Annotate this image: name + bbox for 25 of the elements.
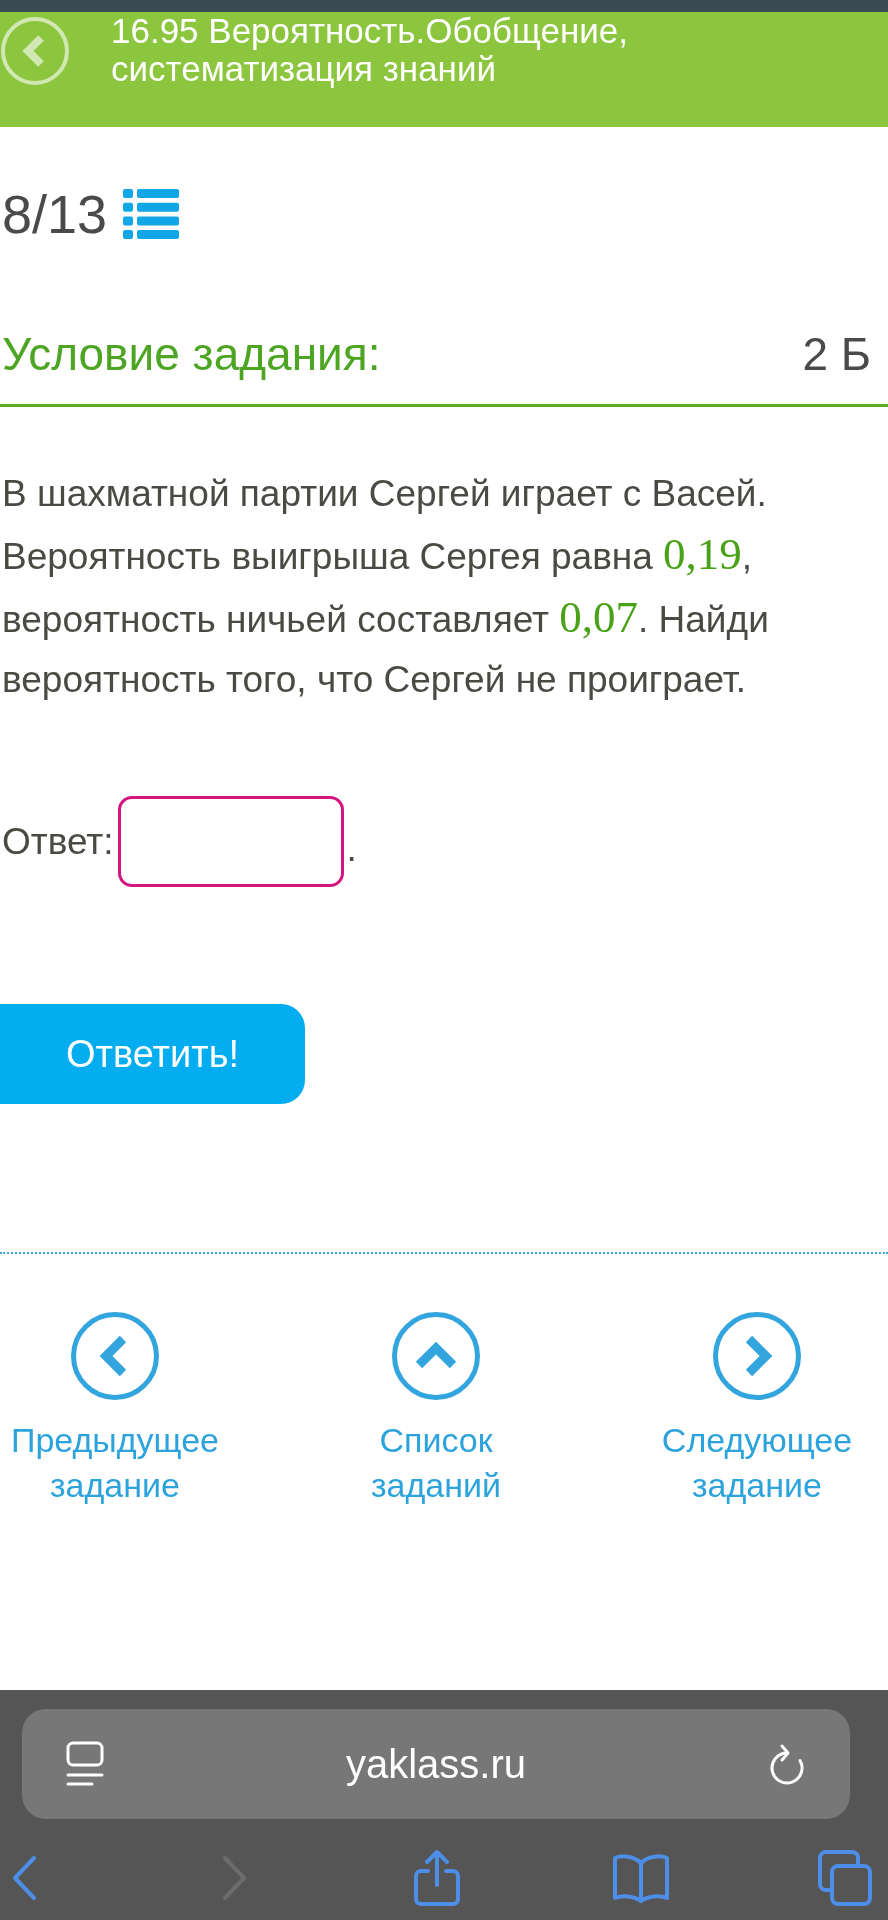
task-points: 2 Б [802,328,871,380]
circle-chevron-left-icon [71,1312,159,1400]
chevron-left-icon[interactable] [11,1855,37,1901]
list-icon[interactable] [123,189,180,239]
task-heading: Условие задания: [2,328,381,380]
share-icon[interactable] [413,1849,461,1907]
book-icon[interactable] [612,1852,670,1904]
answer-field[interactable] [117,796,344,887]
previous-task-link[interactable]: Предыдущее задание [0,1312,230,1508]
reload-icon[interactable] [768,1742,806,1786]
page-lines-icon[interactable] [66,1741,104,1787]
lesson-title: 16.95 Вероятность.Обобщение, систематизация знаний [111,12,630,88]
submit-button[interactable]: Ответить! [0,1004,305,1104]
task-list-link[interactable]: Список заданий [321,1312,551,1508]
address-bar[interactable]: yaklass.ru [22,1709,850,1819]
task-counter: 8/13 [2,188,108,240]
circle-chevron-up-icon [392,1312,480,1400]
circle-chevron-right-icon [713,1312,801,1400]
back-icon[interactable] [0,16,70,86]
tabs-icon[interactable] [818,1850,872,1906]
period-text: . [346,826,357,871]
answer-label: Ответ: [2,819,114,864]
url-text: yaklass.ru [344,1741,528,1788]
next-task-link[interactable]: Следующее задание [642,1312,872,1508]
task-text: В шахматной партии Сергей играет с Васей. Вероятность выигрыша Сергея равна 0,19, вероятность ничьей составляет 0,07. Найди вероятность того, что Сергей не проиграет. [2,472,770,702]
